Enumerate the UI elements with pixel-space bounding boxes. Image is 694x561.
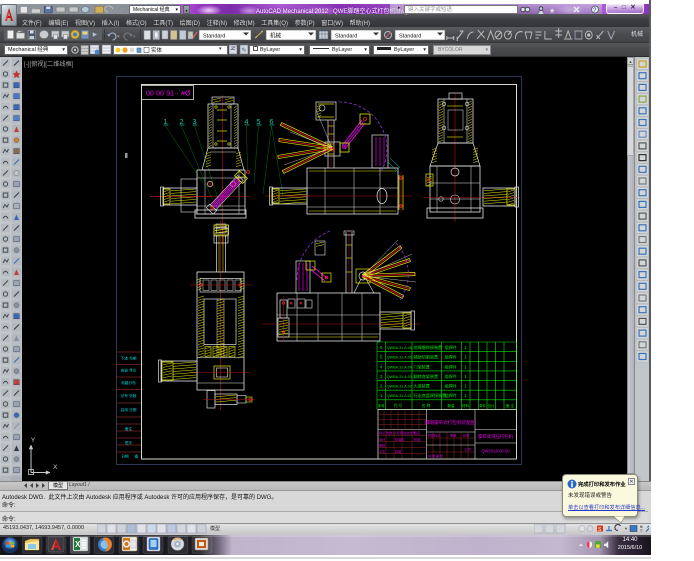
svg-text:脚踏履带式打包机装配图: 脚踏履带式打包机装配图 xyxy=(425,419,476,426)
svg-text:A: A xyxy=(188,31,194,40)
svg-text:标准化: 标准化 xyxy=(395,437,404,442)
svg-text:门架装置: 门架装置 xyxy=(414,363,430,369)
svg-text:签名: 签名 xyxy=(414,430,420,435)
svg-text:▾: ▾ xyxy=(133,34,136,40)
svg-text:QWBA.31.A.05: QWBA.31.A.05 xyxy=(387,356,412,360)
svg-text:5: 5 xyxy=(380,355,383,360)
svg-text:▾: ▾ xyxy=(117,34,120,40)
svg-text:代 号: 代 号 xyxy=(394,403,403,408)
svg-text:总计: 总计 xyxy=(488,403,495,408)
svg-text:日期: 日期 xyxy=(121,453,129,458)
svg-text:1: 1 xyxy=(464,355,467,360)
svg-text:组焊件: 组焊件 xyxy=(445,354,457,360)
svg-text:阶段标记: 阶段标记 xyxy=(428,433,440,438)
svg-text:行走底盘焊接装置: 行走底盘焊接装置 xyxy=(414,392,447,398)
svg-text:设计: 设计 xyxy=(379,437,385,442)
svg-text:共 张 第 张: 共 张 第 张 xyxy=(428,453,443,458)
svg-text:00·00´91··´#Ø: 00·00´91··´#Ø xyxy=(146,91,191,98)
svg-text:Standard: Standard xyxy=(203,34,225,40)
svg-text:数量: 数量 xyxy=(447,403,455,408)
svg-text:组焊件: 组焊件 xyxy=(445,363,457,369)
svg-text:3: 3 xyxy=(380,374,383,379)
svg-text:QWBA.31.A.02: QWBA.31.A.02 xyxy=(387,385,412,389)
svg-text:1: 1 xyxy=(464,384,467,389)
svg-text:Y: Y xyxy=(31,437,36,444)
svg-text:翻转底架装置: 翻转底架装置 xyxy=(414,373,439,379)
svg-text:比例: 比例 xyxy=(463,433,469,438)
svg-text:1: 1 xyxy=(464,345,467,350)
svg-text:重量: 重量 xyxy=(450,433,456,438)
svg-text:✎: ✎ xyxy=(242,47,247,54)
svg-text:单件: 单件 xyxy=(479,403,486,408)
svg-text:1: 1 xyxy=(380,393,383,398)
svg-text:组焊件: 组焊件 xyxy=(445,383,457,389)
svg-text:4: 4 xyxy=(380,364,383,369)
svg-text:备 注: 备 注 xyxy=(506,403,515,408)
svg-text:排障栅焊接装置: 排障栅焊接装置 xyxy=(414,344,443,350)
svg-text:记号 处数: 记号 处数 xyxy=(121,393,137,398)
svg-text:QWBA.31.A.01: QWBA.31.A.01 xyxy=(387,394,412,398)
svg-text:QWBA.31.A.06: QWBA.31.A.06 xyxy=(387,346,412,350)
svg-text:机械: 机械 xyxy=(270,32,282,40)
svg-text:标记 处数 分区 更改文件号: 标记 处数 分区 更改文件号 xyxy=(379,430,416,435)
svg-text:大梁装置: 大梁装置 xyxy=(414,383,430,389)
svg-text:电路分布: 电路分布 xyxy=(121,380,136,385)
svg-text:X: X xyxy=(53,464,58,471)
svg-text:★: ★ xyxy=(549,7,555,15)
svg-text:QW2016.00.00: QW2016.00.00 xyxy=(481,449,510,454)
svg-text:序号: 序号 xyxy=(378,403,386,408)
svg-text:批准: 批准 xyxy=(395,449,401,454)
svg-text:[-][俯视][二维线框]: [-][俯视][二维线框] xyxy=(24,60,74,68)
svg-text:1: 1 xyxy=(464,364,467,369)
svg-text:名 称: 名 称 xyxy=(422,403,431,408)
svg-text:由途 寻左: 由途 寻左 xyxy=(121,368,137,373)
svg-text:签字: 签字 xyxy=(125,440,133,445)
svg-text:2: 2 xyxy=(380,384,383,389)
svg-text:备注: 备注 xyxy=(125,426,133,431)
svg-text:启用 日期: 启用 日期 xyxy=(121,407,137,412)
svg-text:履带式液压打包机: 履带式液压打包机 xyxy=(478,433,514,440)
svg-text:下述 当期: 下述 当期 xyxy=(121,356,137,361)
svg-text:组焊件: 组焊件 xyxy=(445,373,457,379)
svg-text:QWBA.31.A.04: QWBA.31.A.04 xyxy=(387,365,412,369)
svg-text:审核: 审核 xyxy=(379,443,385,448)
svg-text:材料: 材料 xyxy=(462,403,470,408)
svg-text:组焊件: 组焊件 xyxy=(445,344,457,350)
svg-text:1:30: 1:30 xyxy=(464,448,471,452)
svg-text:QWBA.31.A.03: QWBA.31.A.03 xyxy=(387,375,412,379)
svg-text:Standard: Standard xyxy=(399,34,421,40)
svg-text:辅助切割装置: 辅助切割装置 xyxy=(414,354,439,360)
svg-text:阶段: 阶段 xyxy=(414,437,420,442)
svg-text:备: 备 xyxy=(135,453,139,458)
svg-text:X: X xyxy=(75,540,81,549)
svg-text:Standard: Standard xyxy=(335,34,357,40)
svg-text:组焊件: 组焊件 xyxy=(445,392,457,398)
svg-text:1: 1 xyxy=(464,374,467,379)
svg-text:6: 6 xyxy=(380,345,383,350)
svg-text:1: 1 xyxy=(464,393,467,398)
svg-text:工艺: 工艺 xyxy=(379,449,385,454)
